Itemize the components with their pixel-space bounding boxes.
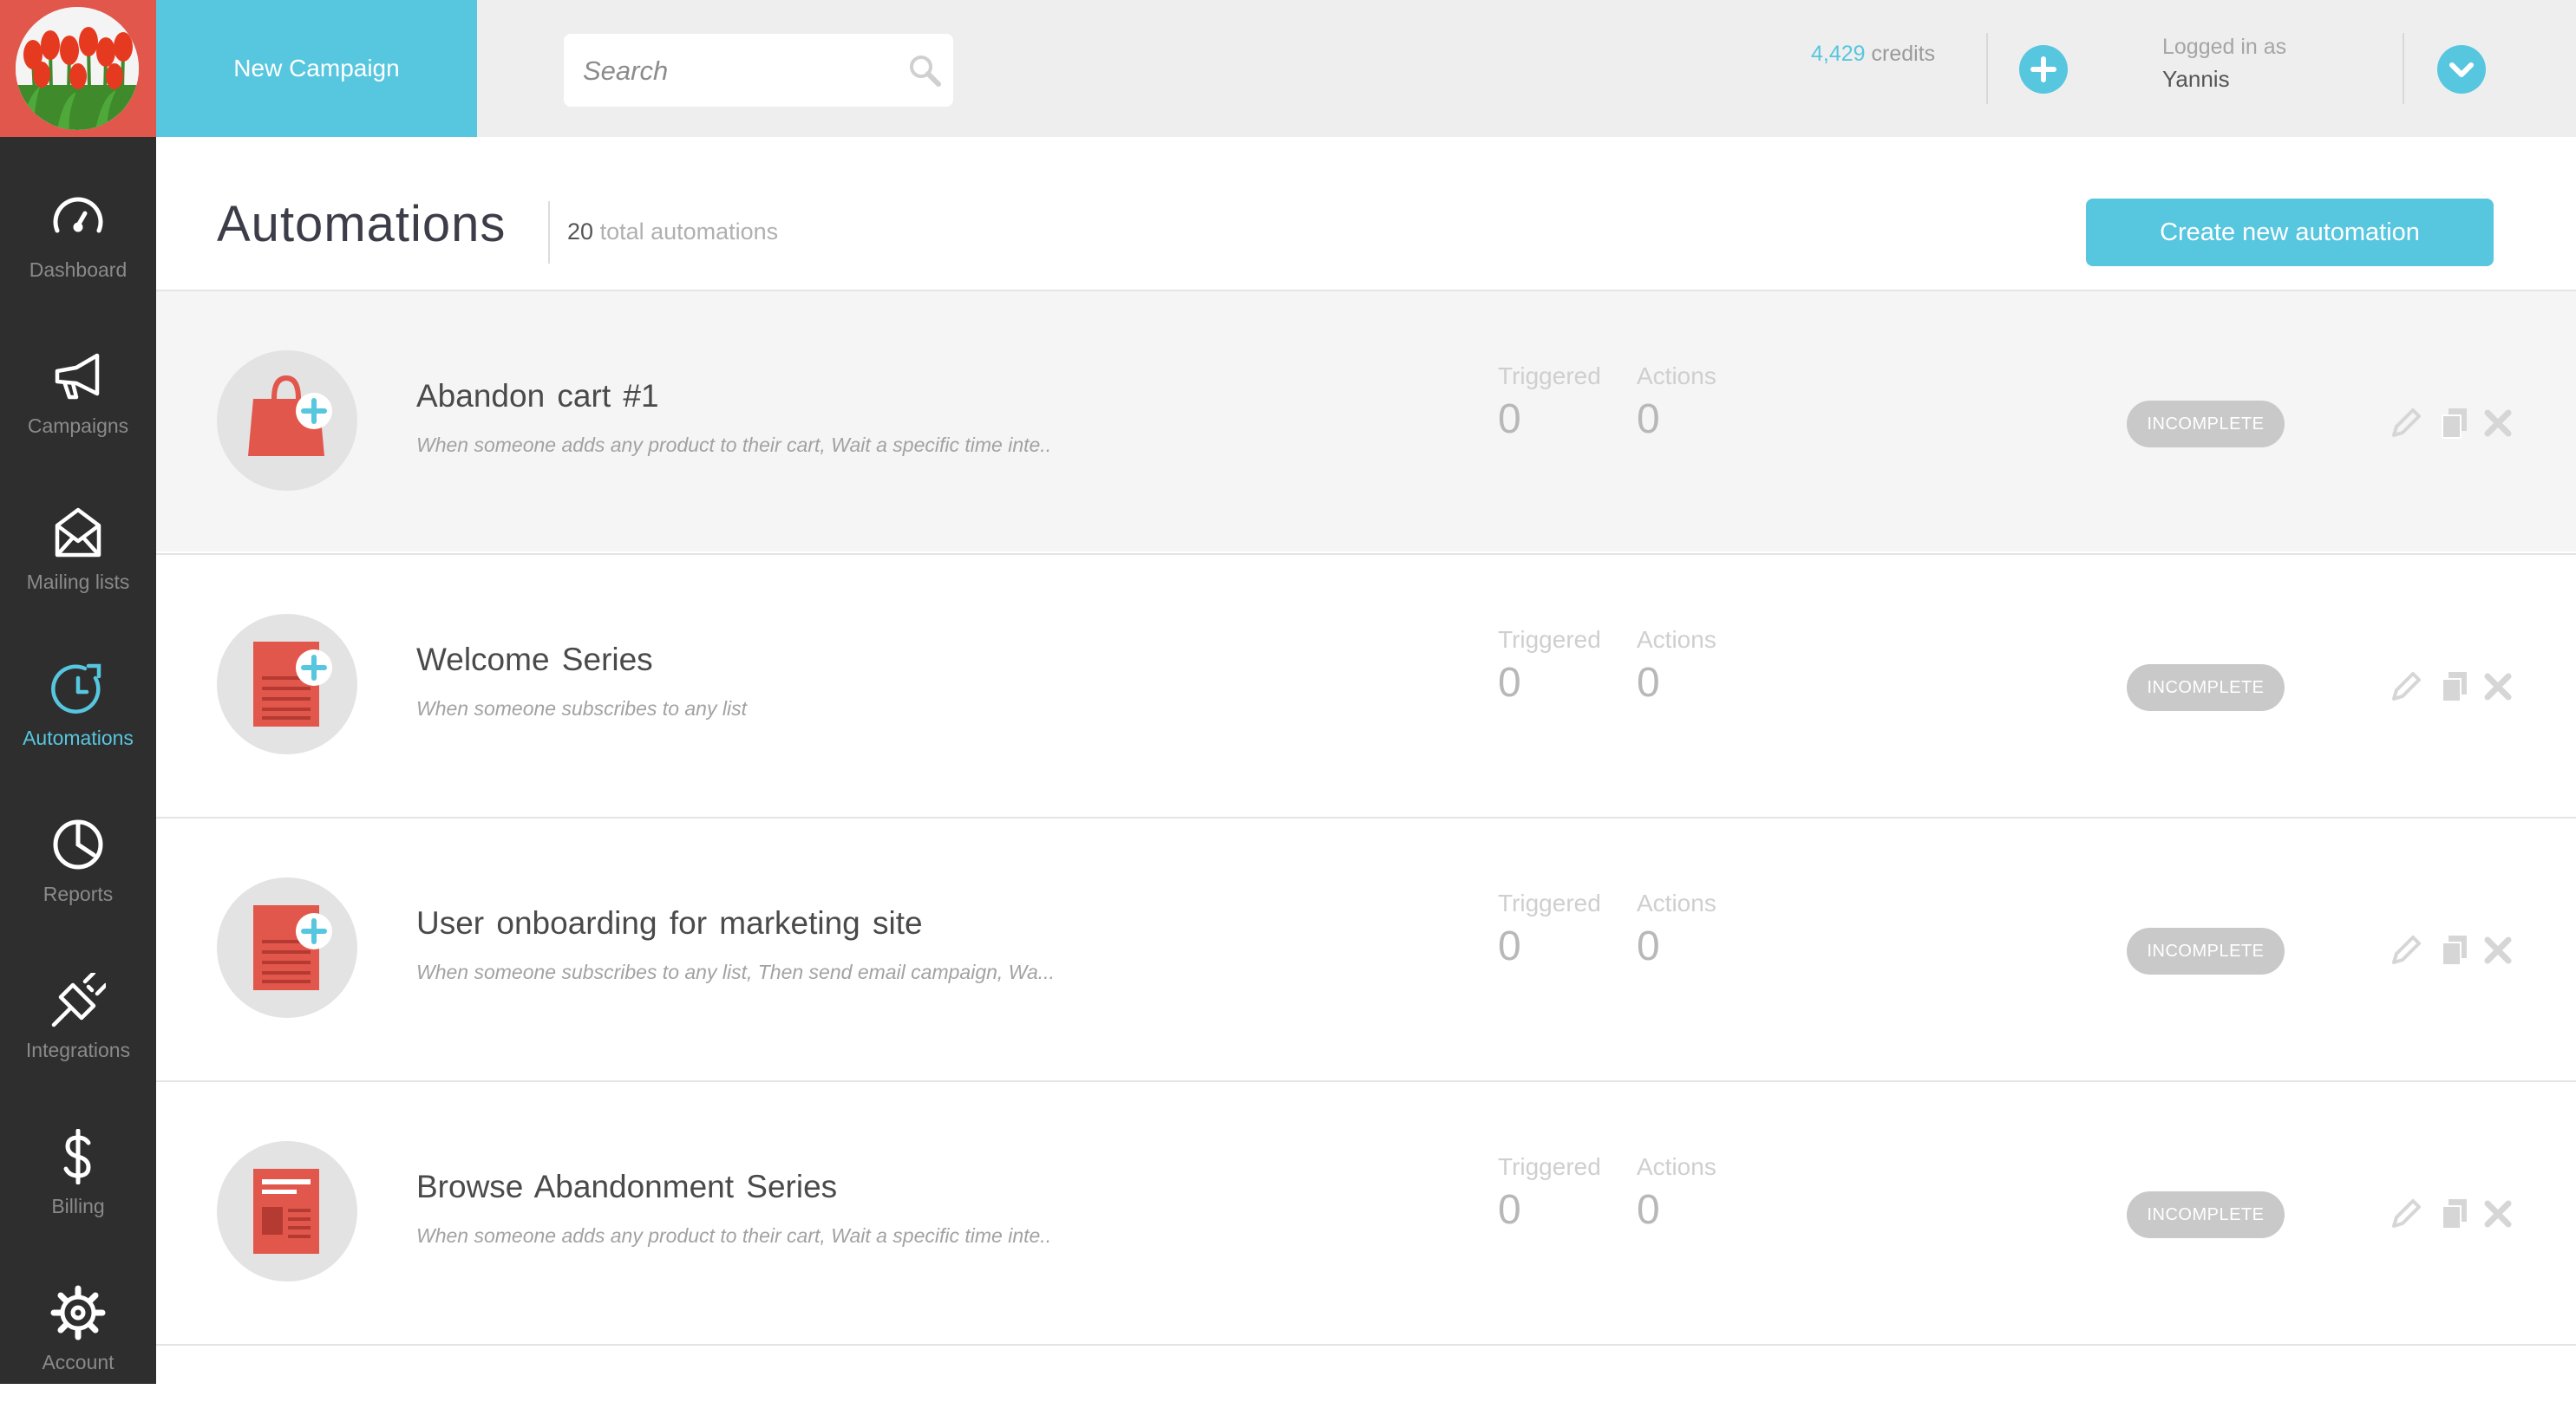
automation-row[interactable]: Abandon cart #1 When someone adds any pr…: [156, 290, 2576, 551]
status-badge: INCOMPLETE: [2127, 1191, 2285, 1238]
sidebar-item-label: Account: [42, 1351, 114, 1373]
triggered-label: Triggered: [1498, 626, 1601, 653]
new-campaign-button[interactable]: New Campaign: [156, 0, 477, 137]
copy-icon[interactable]: [2437, 933, 2472, 968]
triggered-label: Triggered: [1498, 362, 1601, 389]
actions-label: Actions: [1637, 626, 1716, 653]
dollar-icon: [50, 1129, 106, 1184]
search-icon[interactable]: [907, 53, 942, 88]
actions-label: Actions: [1637, 362, 1716, 389]
automation-row[interactable]: User onboarding for marketing site When …: [156, 817, 2576, 1079]
automation-name[interactable]: Abandon cart #1: [416, 378, 659, 414]
sidebar-item-label: Billing: [51, 1195, 105, 1217]
sidebar-item-label: Mailing lists: [26, 571, 130, 593]
divider: [1986, 33, 1988, 104]
plug-icon: [50, 973, 106, 1028]
delete-icon[interactable]: [2481, 933, 2515, 968]
actions-label: Actions: [1637, 890, 1716, 916]
automation-description: When someone adds any product to their c…: [416, 434, 1052, 456]
search-input[interactable]: [581, 34, 897, 108]
delete-icon[interactable]: [2481, 1197, 2515, 1231]
automation-name[interactable]: Browse Abandonment Series: [416, 1169, 837, 1205]
actions-label: Actions: [1637, 1153, 1716, 1180]
pencil-icon[interactable]: [2389, 1197, 2423, 1231]
delete-icon[interactable]: [2481, 669, 2515, 704]
pencil-icon[interactable]: [2389, 406, 2423, 440]
copy-icon[interactable]: [2437, 406, 2472, 440]
stopwatch-icon: [50, 661, 106, 716]
gear-icon: [50, 1285, 106, 1340]
sidebar-item-account[interactable]: Account: [0, 1266, 156, 1422]
triggered-label: Triggered: [1498, 890, 1601, 916]
sidebar-item-reports[interactable]: Reports: [0, 798, 156, 954]
plus-icon: [2030, 56, 2056, 82]
create-automation-button[interactable]: Create new automation: [2086, 199, 2494, 266]
sidebar-item-mailing-lists[interactable]: Mailing lists: [0, 486, 156, 642]
user-menu-button[interactable]: [2437, 45, 2486, 94]
triggered-count: 0: [1498, 660, 1521, 706]
sidebar-item-integrations[interactable]: Integrations: [0, 954, 156, 1110]
chevron-down-icon: [2449, 62, 2474, 77]
pie-chart-icon: [50, 817, 106, 872]
triggered-count: 0: [1498, 1187, 1521, 1233]
divider: [548, 201, 550, 264]
sidebar-item-label: Campaigns: [27, 414, 129, 437]
automation-name[interactable]: Welcome Series: [416, 642, 653, 678]
shopping-bag-add-icon: [217, 350, 357, 491]
credits-display: 4,429 credits: [1811, 42, 1935, 67]
pencil-icon[interactable]: [2389, 933, 2423, 968]
sidebar-item-label: Reports: [42, 883, 114, 905]
divider: [2403, 33, 2404, 104]
actions-count: 0: [1637, 1187, 1660, 1233]
triggered-count: 0: [1498, 396, 1521, 442]
logo[interactable]: [0, 0, 156, 137]
add-credits-button[interactable]: [2019, 45, 2068, 94]
logged-in-label: Logged in as: [2162, 35, 2287, 59]
document-add-icon: [217, 877, 357, 1018]
top-bar: New Campaign 4,429 credits Logged in as …: [156, 0, 2576, 137]
triggered-count: 0: [1498, 923, 1521, 969]
newsletter-icon: [217, 1141, 357, 1282]
sidebar-item-billing[interactable]: Billing: [0, 1110, 156, 1266]
status-badge: INCOMPLETE: [2127, 664, 2285, 711]
sidebar-item-campaigns[interactable]: Campaigns: [0, 329, 156, 486]
delete-icon[interactable]: [2481, 406, 2515, 440]
automation-row[interactable]: Welcome Series When someone subscribes t…: [156, 553, 2576, 815]
total-label: total automations: [599, 219, 779, 245]
sidebar-item-automations[interactable]: Automations: [0, 642, 156, 798]
user-name: Yannis: [2162, 66, 2230, 92]
actions-count: 0: [1637, 923, 1660, 969]
credits-label: credits: [1871, 42, 1936, 66]
sidebar-item-dashboard[interactable]: Dashboard: [0, 173, 156, 329]
automation-row[interactable]: Browse Abandonment Series When someone a…: [156, 1080, 2576, 1342]
search-box: [564, 34, 953, 108]
automation-description: When someone adds any product to their c…: [416, 1224, 1052, 1247]
envelope-icon: [50, 505, 106, 560]
document-add-icon: [217, 614, 357, 754]
credits-amount: 4,429: [1811, 42, 1866, 66]
automation-row[interactable]: [156, 1344, 2576, 1386]
pencil-icon[interactable]: [2389, 669, 2423, 704]
automation-name[interactable]: User onboarding for marketing site: [416, 905, 923, 942]
sidebar-item-label: Dashboard: [29, 258, 127, 281]
actions-count: 0: [1637, 396, 1660, 442]
total-automations: 20 total automations: [567, 219, 778, 245]
total-count: 20: [567, 219, 594, 245]
status-badge: INCOMPLETE: [2127, 928, 2285, 975]
actions-count: 0: [1637, 660, 1660, 706]
tulips-logo: [16, 7, 139, 130]
automation-description: When someone subscribes to any list, The…: [416, 961, 1055, 983]
megaphone-icon: [50, 349, 106, 404]
copy-icon[interactable]: [2437, 669, 2472, 704]
automation-description: When someone subscribes to any list: [416, 697, 747, 720]
page-title: Automations: [217, 196, 507, 252]
sidebar-item-label: Automations: [23, 727, 134, 749]
triggered-label: Triggered: [1498, 1153, 1601, 1180]
sidebar-item-label: Integrations: [25, 1039, 131, 1061]
sidebar: Dashboard Campaigns Mailing lists Automa…: [0, 0, 156, 1384]
speedometer-icon: [50, 192, 106, 248]
copy-icon[interactable]: [2437, 1197, 2472, 1231]
status-badge: INCOMPLETE: [2127, 401, 2285, 447]
